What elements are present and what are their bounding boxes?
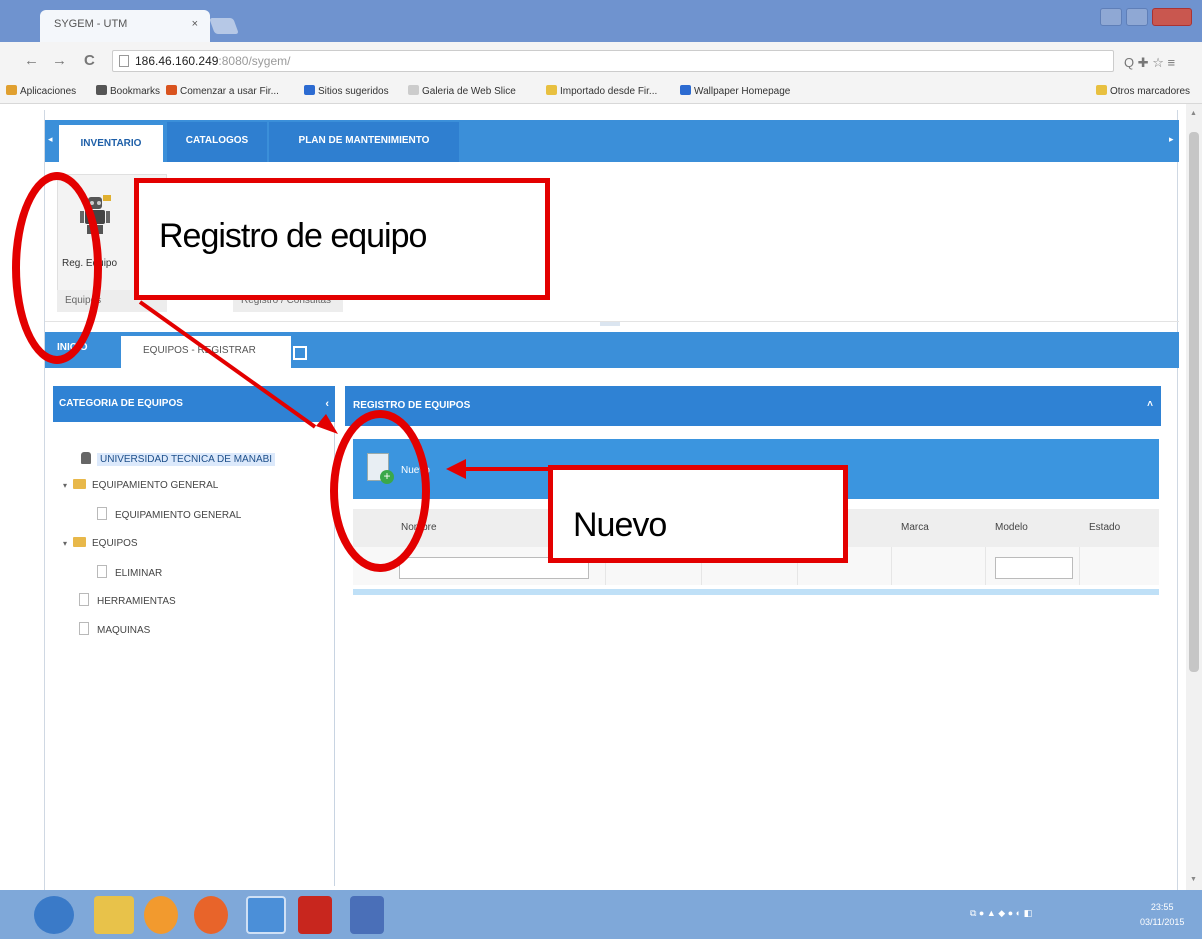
tree-node-equipamiento[interactable]: ▾ EQUIPAMIENTO GENERAL [63, 479, 218, 491]
bookmark-item[interactable]: Sitios sugeridos [304, 85, 389, 97]
scroll-down-icon[interactable]: ▼ [1190, 876, 1197, 883]
collapse-up-icon[interactable]: ˄ [1147, 399, 1153, 410]
browser-titlebar: SYGEM - UTM × [0, 0, 1202, 42]
scroll-up-icon[interactable]: ▲ [1190, 110, 1197, 117]
start-button[interactable] [34, 896, 74, 934]
tree-node-root[interactable]: UNIVERSIDAD TECNICA DE MANABI [81, 452, 276, 466]
ie-icon [680, 85, 691, 95]
column-marca[interactable]: Marca [901, 522, 929, 533]
folder-icon [546, 85, 557, 95]
annotation-circle-reg-equipo [12, 172, 102, 364]
grid-footer [353, 589, 1159, 595]
university-icon [81, 452, 91, 464]
ie-icon [304, 85, 315, 95]
column-divider [891, 547, 892, 585]
system-tray[interactable]: ⧉ ● ▲ ◆ ● ◐ ◧ [970, 908, 1032, 919]
media-player-icon[interactable] [144, 896, 178, 934]
main-menu: ◂ INVENTARIO CATALOGOS PLAN DE MANTENIMI… [45, 120, 1179, 162]
scrollbar-thumb[interactable] [1189, 132, 1199, 672]
document-icon [79, 622, 89, 635]
star-icon [96, 85, 107, 95]
tree-node-eliminar[interactable]: ELIMINAR [97, 565, 162, 579]
page-scrollbar[interactable]: ▲ ▼ [1186, 104, 1202, 890]
category-panel-title: CATEGORIA DE EQUIPOS [59, 398, 183, 409]
folder-icon [73, 537, 86, 547]
browser-actions-icons[interactable]: Q ✚ ☆ ≡ [1124, 55, 1175, 71]
url-host: 186.46.160.249 [135, 54, 219, 68]
annotation-arrowhead-nuevo-icon [446, 459, 466, 479]
bookmark-item[interactable]: Wallpaper Homepage [680, 85, 790, 97]
annotation-nuevo-text: Nuevo [573, 506, 667, 544]
page-icon [119, 55, 129, 67]
bookmark-item[interactable]: Galeria de Web Slice [408, 85, 516, 97]
annotation-registro-text: Registro de equipo [159, 217, 427, 255]
clock-date: 03/11/2015 [1140, 917, 1185, 927]
annotation-box-registro: Registro de equipo [134, 178, 550, 300]
document-icon [97, 507, 107, 520]
tree-node-equipos[interactable]: ▾ EQUIPOS [63, 537, 138, 549]
acrobat-icon[interactable] [298, 896, 332, 934]
address-bar[interactable]: 186.46.160.249:8080/sygem/ [112, 50, 1114, 72]
firefox-icon [166, 85, 177, 95]
tab-catalogos[interactable]: CATALOGOS [167, 122, 267, 162]
page-icon [408, 85, 419, 95]
filter-modelo-input[interactable] [995, 557, 1073, 579]
tab-title: SYGEM - UTM [54, 18, 128, 30]
browser-tab[interactable]: SYGEM - UTM × [40, 10, 210, 42]
close-tab-icon[interactable] [293, 346, 307, 360]
new-tab-button[interactable] [209, 18, 239, 34]
back-icon[interactable]: ← [24, 52, 39, 69]
tree-node-equipamiento-child[interactable]: EQUIPAMIENTO GENERAL [97, 507, 241, 521]
explorer-icon[interactable] [94, 896, 134, 934]
equipment-panel-title: REGISTRO DE EQUIPOS [353, 400, 471, 411]
menu-right-arrow-icon[interactable]: ▸ [1169, 134, 1174, 145]
equipment-panel-header: REGISTRO DE EQUIPOS ˄ [345, 386, 1161, 426]
document-icon [97, 565, 107, 578]
reload-icon[interactable]: C [84, 52, 95, 69]
annotation-arrowhead-icon [316, 414, 338, 434]
url-path: :8080/sygem/ [218, 54, 291, 68]
app-window-icon[interactable] [350, 896, 384, 934]
bookmark-item[interactable]: Bookmarks [96, 85, 160, 97]
folder-icon [73, 479, 86, 489]
clock-time: 23:55 [1150, 902, 1174, 912]
tab-inventario[interactable]: INVENTARIO [59, 122, 163, 162]
menu-left-arrow-icon[interactable]: ◂ [48, 134, 53, 145]
folder-icon [1096, 85, 1107, 95]
tab-plan-mantenimiento[interactable]: PLAN DE MANTENIMIENTO [269, 122, 459, 162]
apps-icon [6, 85, 17, 95]
column-modelo[interactable]: Modelo [995, 522, 1028, 533]
firefox-icon[interactable] [194, 896, 228, 934]
browser-toolbar: ← → C 186.46.160.249:8080/sygem/ Q ✚ ☆ ≡ [0, 42, 1202, 80]
minimize-button[interactable] [1100, 8, 1122, 26]
annotation-circle-nuevo [330, 410, 430, 572]
column-estado[interactable]: Estado [1089, 522, 1120, 533]
taskbar-clock[interactable]: 23:55 03/11/2015 [1140, 900, 1184, 930]
bookmarks-bar: Aplicaciones Bookmarks Comenzar a usar F… [0, 80, 1202, 104]
forward-icon[interactable]: → [52, 52, 67, 69]
column-divider [1079, 547, 1080, 585]
bookmark-item[interactable]: Importado desde Fir... [546, 85, 657, 97]
bookmark-item[interactable]: Aplicaciones [6, 85, 76, 97]
other-bookmarks[interactable]: Otros marcadores [1096, 85, 1190, 97]
tab-close-icon[interactable]: × [192, 18, 198, 30]
ribbon-splitter[interactable] [600, 322, 620, 326]
maximize-button[interactable] [1126, 8, 1148, 26]
collapse-panel-icon[interactable]: ‹ [325, 398, 329, 410]
annotation-arrow-nuevo-line [458, 467, 550, 471]
category-panel: CATEGORIA DE EQUIPOS ‹ UNIVERSIDAD TECNI… [53, 386, 335, 886]
close-window-button[interactable] [1152, 8, 1192, 26]
chrome-icon[interactable] [246, 896, 286, 934]
tree-node-herramientas[interactable]: HERRAMIENTAS [79, 593, 176, 607]
document-tabs: INICIO EQUIPOS - REGISTRAR [45, 332, 1179, 368]
expand-icon: ▾ [63, 539, 68, 548]
bookmark-item[interactable]: Comenzar a usar Fir... [166, 85, 279, 97]
expand-icon: ▾ [63, 481, 68, 490]
column-divider [985, 547, 986, 585]
document-icon [79, 593, 89, 606]
tree-node-maquinas[interactable]: MAQUINAS [79, 622, 150, 636]
annotation-box-nuevo: Nuevo [548, 465, 848, 563]
category-panel-header: CATEGORIA DE EQUIPOS ‹ [53, 386, 335, 422]
windows-taskbar: ⧉ ● ▲ ◆ ● ◐ ◧ 23:55 03/11/2015 [0, 890, 1202, 939]
